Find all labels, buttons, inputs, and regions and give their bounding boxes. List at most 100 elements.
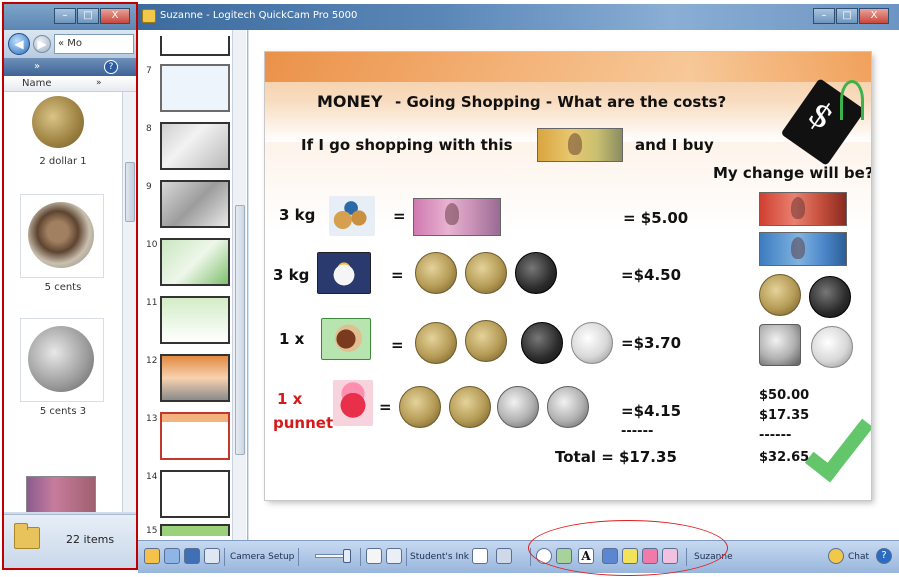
slide-number: 8 xyxy=(146,124,152,134)
undo-icon[interactable] xyxy=(204,548,220,564)
blank-page-icon[interactable] xyxy=(366,548,382,564)
slide-number: 15 xyxy=(146,526,158,536)
chat-button[interactable]: Chat xyxy=(848,549,869,565)
explorer-scrollbar[interactable] xyxy=(122,92,136,512)
file-label[interactable]: 5 cents 3 xyxy=(4,406,122,417)
file-thumbnail[interactable] xyxy=(28,326,94,392)
minimize-button[interactable]: – xyxy=(54,8,76,24)
open-folder-icon[interactable] xyxy=(144,548,160,564)
change-coin-light xyxy=(811,326,853,368)
coin-two-dollar xyxy=(415,322,457,364)
new-page-icon[interactable] xyxy=(164,548,180,564)
zoom-slider-handle[interactable] xyxy=(343,549,351,563)
coin-one-dollar xyxy=(465,320,507,362)
slide-thumbnail[interactable] xyxy=(160,296,230,344)
maximize-button[interactable]: □ xyxy=(77,8,99,24)
intro-text-b: and I buy xyxy=(635,136,714,154)
maximize-button[interactable]: □ xyxy=(836,8,858,24)
row4-price: =$4.15 xyxy=(621,402,682,420)
explorer-window: – □ X ◀ ▶ « Mo » ? Name » 2 dollar 1 5 c… xyxy=(2,2,138,570)
slide-thumbnail[interactable] xyxy=(160,524,230,536)
display-mode-icon[interactable] xyxy=(496,548,512,564)
row1-equals: = xyxy=(393,207,406,225)
slide-number: 13 xyxy=(146,414,158,424)
tag-string-icon xyxy=(840,80,864,120)
potatoes-image xyxy=(329,196,375,236)
row4-equals: = xyxy=(379,398,392,416)
window-title: Suzanne - Logitech QuickCam Pro 5000 xyxy=(160,10,358,21)
slide-sorter: 7 8 9 10 11 12 13 14 15 xyxy=(138,30,248,540)
pointer-icon[interactable] xyxy=(386,548,402,564)
coin-twenty-cent xyxy=(571,322,613,364)
change-coin-gold xyxy=(759,274,801,316)
slide-thumbnail[interactable] xyxy=(160,64,230,112)
file-label[interactable]: 2 dollar 1 xyxy=(4,156,122,167)
explorer-titlebar[interactable]: – □ X xyxy=(4,4,136,30)
minimize-button[interactable]: – xyxy=(813,8,835,24)
row3-qty: 1 x xyxy=(279,330,305,348)
help-icon[interactable]: ? xyxy=(876,548,892,564)
explorer-navbar: ◀ ▶ « Mo xyxy=(4,30,136,58)
row1-qty: 3 kg xyxy=(279,206,316,224)
row4-qty-unit: punnet xyxy=(273,414,334,432)
explorer-command-bar: » ? xyxy=(4,58,136,76)
file-label[interactable]: 5 cents xyxy=(4,282,122,293)
column-header[interactable]: Name » xyxy=(4,76,136,92)
row2-equals: = xyxy=(391,266,404,284)
total-dashes: ------ xyxy=(621,424,654,439)
address-bar[interactable]: « Mo xyxy=(54,34,134,54)
item-count: 22 items xyxy=(66,533,115,546)
name-column-label[interactable]: Name xyxy=(22,78,52,89)
save-icon[interactable] xyxy=(184,548,200,564)
coin-fifty-cent xyxy=(521,322,563,364)
help-icon[interactable]: ? xyxy=(104,60,118,74)
slide-thumbnail[interactable] xyxy=(160,354,230,402)
coin-two-dollar xyxy=(449,386,491,428)
slide-number: 10 xyxy=(146,240,158,250)
file-thumbnail[interactable] xyxy=(26,476,96,512)
calc-result: $32.65 xyxy=(759,450,810,465)
title-money: MONEY xyxy=(317,92,383,111)
row2-qty: 3 kg xyxy=(273,266,310,284)
coin-two-dollar xyxy=(415,252,457,294)
slide-thumbnail[interactable] xyxy=(160,36,230,56)
desktop: – □ X ◀ ▶ « Mo » ? Name » 2 dollar 1 5 c… xyxy=(0,0,899,577)
ink-toggle-icon[interactable] xyxy=(472,548,488,564)
row4-qty: 1 x xyxy=(277,390,303,408)
close-button[interactable]: X xyxy=(859,8,889,24)
chevron-icon[interactable]: » xyxy=(34,61,40,72)
app-icon xyxy=(142,9,156,23)
calc-line1: $50.00 xyxy=(759,388,810,403)
chat-icon[interactable] xyxy=(828,548,844,564)
strawberry-image xyxy=(333,380,373,426)
slide-number: 11 xyxy=(146,298,158,308)
title-subtitle: - Going Shopping - What are the costs? xyxy=(395,93,727,111)
slide-thumbnail[interactable] xyxy=(160,238,230,286)
close-button[interactable]: X xyxy=(100,8,130,24)
dollar-sign: $ xyxy=(800,93,842,139)
coin-ten-cent xyxy=(497,386,539,428)
slide-number: 14 xyxy=(146,472,158,482)
slide-thumbnail[interactable] xyxy=(160,470,230,518)
students-ink-button[interactable]: Student's Ink xyxy=(410,549,469,565)
app-titlebar[interactable]: Suzanne - Logitech QuickCam Pro 5000 – □… xyxy=(138,4,899,30)
quickcam-window: Suzanne - Logitech QuickCam Pro 5000 – □… xyxy=(138,4,899,573)
back-button[interactable]: ◀ xyxy=(8,33,30,55)
camera-setup-button[interactable]: Camera Setup xyxy=(230,549,294,565)
calc-dashes: ------ xyxy=(759,428,792,443)
more-columns-icon[interactable]: » xyxy=(96,78,102,88)
coin-two-dollar xyxy=(465,252,507,294)
forward-button[interactable]: ▶ xyxy=(33,35,51,53)
file-thumbnail[interactable] xyxy=(32,96,84,148)
coin-fifty-cent xyxy=(515,252,557,294)
slide-canvas[interactable]: MONEY - Going Shopping - What are the co… xyxy=(249,30,899,540)
file-thumbnail[interactable] xyxy=(28,202,94,268)
current-slide[interactable]: MONEY - Going Shopping - What are the co… xyxy=(265,52,871,500)
twenty-dollar-note xyxy=(759,192,847,226)
change-coin-silver xyxy=(759,324,801,366)
slide-thumbnail[interactable] xyxy=(160,180,230,228)
change-coin-dark xyxy=(809,276,851,318)
slide-thumbnail[interactable] xyxy=(160,122,230,170)
slide-sorter-scrollbar[interactable] xyxy=(232,30,246,540)
slide-thumbnail-selected[interactable] xyxy=(160,412,230,460)
